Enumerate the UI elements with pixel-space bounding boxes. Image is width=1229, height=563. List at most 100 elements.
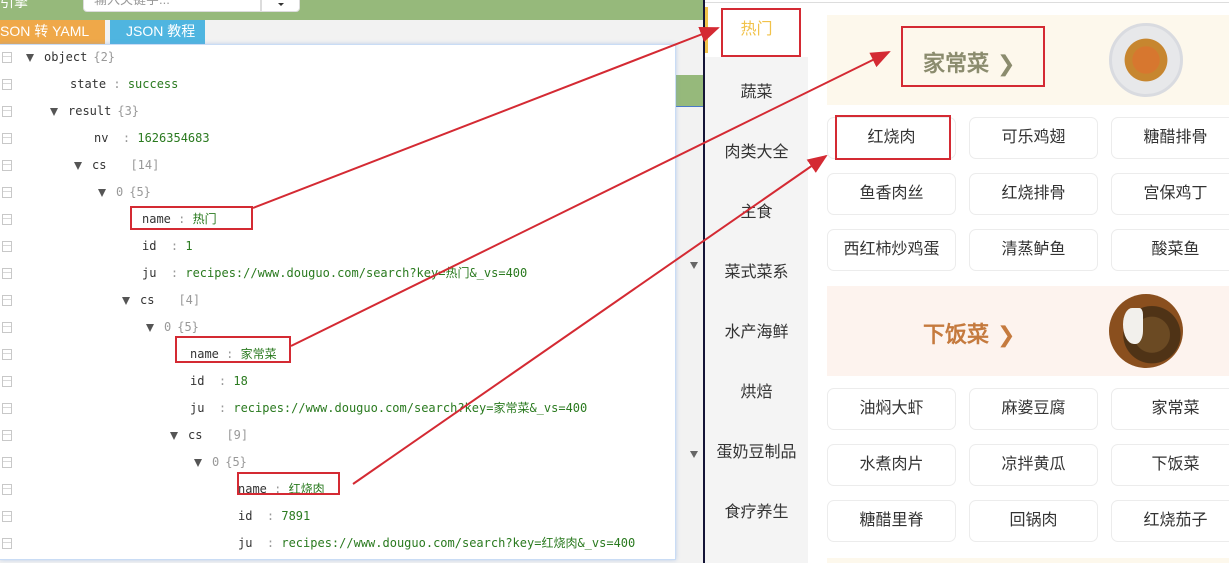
json-colon: : (106, 77, 128, 91)
row-content: cs [9] (170, 422, 248, 449)
row-checkbox[interactable] (2, 187, 12, 198)
section-banner-rice-dishes[interactable]: 下饭菜 ❯ (827, 286, 1229, 376)
json-tree-row[interactable]: 0 {5} (0, 179, 676, 206)
json-to-yaml-tab[interactable]: SON 转 YAML (0, 20, 105, 44)
annotation-box-category-hot (721, 8, 801, 57)
dish-tag[interactable]: 油焖大虾 (827, 388, 956, 430)
row-checkbox[interactable] (2, 214, 12, 225)
json-count: {2} (93, 50, 116, 64)
row-checkbox[interactable] (2, 430, 12, 441)
row-checkbox[interactable] (2, 295, 12, 306)
row-checkbox[interactable] (2, 268, 12, 279)
row-checkbox[interactable] (2, 538, 12, 549)
row-checkbox[interactable] (2, 349, 12, 360)
expand-triangle-icon[interactable] (122, 297, 130, 305)
category-label: 肉类大全 (724, 144, 789, 161)
json-tree-row[interactable]: 0 {5} (0, 314, 676, 341)
row-content: cs [14] (74, 152, 159, 179)
json-tree-row[interactable]: id : 18 (0, 368, 676, 395)
expand-triangle-icon[interactable] (50, 108, 58, 116)
row-checkbox[interactable] (2, 403, 12, 414)
json-key: id (238, 509, 253, 523)
json-viewer-window: 引擎 输入关键字... SON 转 YAML JSON 教程 object {2}… (0, 0, 703, 563)
category-item[interactable]: 蛋奶豆制品 (705, 423, 808, 483)
row-checkbox[interactable] (2, 241, 12, 252)
row-content: id : 1 (142, 233, 193, 260)
json-tree-row[interactable]: id : 1 (0, 233, 676, 260)
section-title-text: 下饭菜 (923, 322, 990, 347)
dish-tag[interactable]: 糖醋排骨 (1111, 117, 1229, 159)
json-tree-row[interactable]: cs [14] (0, 152, 676, 179)
json-tree-row[interactable]: ju : recipes://www.douguo.com/search?key… (0, 260, 676, 287)
json-tree-row[interactable]: name : 家常菜 (0, 341, 676, 368)
expand-triangle-icon[interactable] (194, 459, 202, 467)
dish-tag[interactable]: 酸菜鱼 (1111, 229, 1229, 271)
json-tree-row[interactable]: ju : recipes://www.douguo.com/search?key… (0, 395, 676, 422)
dish-tag[interactable]: 红烧排骨 (969, 173, 1098, 215)
expand-triangle-icon[interactable] (98, 189, 106, 197)
category-item[interactable]: 主食 (705, 183, 808, 243)
dish-tag[interactable]: 凉拌黄瓜 (969, 444, 1098, 486)
category-label: 蛋奶豆制品 (716, 444, 797, 461)
dish-tag[interactable]: 糖醋里脊 (827, 500, 956, 542)
row-checkbox[interactable] (2, 376, 12, 387)
json-key: object (44, 50, 88, 64)
expand-triangle-icon[interactable] (26, 54, 34, 62)
json-value: 1626354683 (137, 131, 210, 145)
chevron-down-icon (278, 3, 284, 6)
json-tree-row[interactable]: nv : 1626354683 (0, 125, 676, 152)
dish-tag[interactable]: 鱼香肉丝 (827, 173, 956, 215)
dish-tag[interactable]: 水煮肉片 (827, 444, 956, 486)
dish-tag[interactable]: 下饭菜 (1111, 444, 1229, 486)
dish-tag[interactable]: 麻婆豆腐 (969, 388, 1098, 430)
row-checkbox[interactable] (2, 484, 12, 495)
dish-tag[interactable]: 清蒸鲈鱼 (969, 229, 1098, 271)
category-item[interactable]: 烘焙 (705, 363, 808, 423)
json-count: {5} (129, 185, 151, 199)
json-tree-row[interactable]: ju : recipes://www.douguo.com/search?key… (0, 530, 676, 557)
row-checkbox[interactable] (2, 322, 12, 333)
json-tree-row[interactable]: object {2} (0, 44, 676, 71)
row-content: state : success (70, 71, 178, 98)
row-checkbox[interactable] (2, 106, 12, 117)
collapse-caret-icon[interactable] (690, 262, 698, 269)
collapse-caret-icon[interactable] (690, 451, 698, 458)
json-tree-row[interactable]: cs [9] (0, 422, 676, 449)
dish-tag[interactable]: 西红柿炒鸡蛋 (827, 229, 956, 271)
row-checkbox[interactable] (2, 511, 12, 522)
search-input[interactable]: 输入关键字... (83, 0, 261, 12)
json-count: {3} (117, 104, 140, 118)
expand-triangle-icon[interactable] (170, 432, 178, 440)
json-key: cs (188, 428, 203, 442)
json-tree-row[interactable]: cs [4] (0, 287, 676, 314)
dish-tag[interactable]: 红烧茄子 (1111, 500, 1229, 542)
json-tree-row[interactable]: id : 7891 (0, 503, 676, 530)
category-item[interactable]: 菜式菜系 (705, 243, 808, 303)
row-checkbox[interactable] (2, 52, 12, 63)
category-item[interactable]: 肉类大全 (705, 123, 808, 183)
json-tree-row[interactable]: state : success (0, 71, 676, 98)
category-item[interactable]: 水产海鲜 (705, 303, 808, 363)
json-count: {5} (225, 455, 247, 469)
dish-tag[interactable]: 家常菜 (1111, 388, 1229, 430)
section-banner-next[interactable] (827, 558, 1229, 563)
dish-tag[interactable]: 宫保鸡丁 (1111, 173, 1229, 215)
row-checkbox[interactable] (2, 79, 12, 90)
json-tree-row[interactable]: name : 热门 (0, 206, 676, 233)
row-checkbox[interactable] (2, 457, 12, 468)
json-value: recipes://www.douguo.com/search?key=红烧肉&… (281, 536, 636, 550)
json-tree-row[interactable]: result {3} (0, 98, 676, 125)
category-item[interactable]: 蔬菜 (705, 63, 808, 123)
search-dropdown-button[interactable] (261, 0, 300, 12)
json-colon: : (108, 131, 138, 145)
expand-triangle-icon[interactable] (146, 324, 154, 332)
json-tutorial-tab[interactable]: JSON 教程 (110, 20, 205, 44)
category-item[interactable]: 食疗养生 (705, 483, 808, 543)
json-colon: : (252, 509, 282, 523)
expand-triangle-icon[interactable] (74, 162, 82, 170)
row-content: id : 7891 (238, 503, 310, 530)
row-checkbox[interactable] (2, 133, 12, 144)
dish-tag[interactable]: 可乐鸡翅 (969, 117, 1098, 159)
row-checkbox[interactable] (2, 160, 12, 171)
dish-tag[interactable]: 回锅肉 (969, 500, 1098, 542)
